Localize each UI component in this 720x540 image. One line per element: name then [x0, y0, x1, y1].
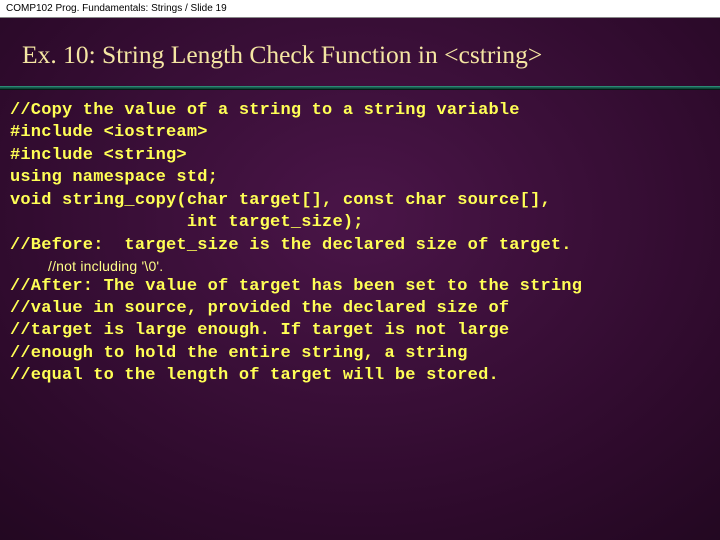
code-line: //equal to the length of target will be …: [10, 366, 499, 385]
code-line: #include <string>: [10, 146, 187, 165]
title-area: Ex. 10: String Length Check Function in …: [0, 18, 720, 80]
code-line: //Copy the value of a string to a string…: [10, 101, 520, 120]
code-line: //After: The value of target has been se…: [10, 277, 582, 296]
code-line: //target is large enough. If target is n…: [10, 321, 509, 340]
code-line: using namespace std;: [10, 168, 218, 187]
code-line: void string_copy(char target[], const ch…: [10, 191, 551, 210]
slide-title: Ex. 10: String Length Check Function in …: [22, 40, 700, 70]
code-line: //value in source, provided the declared…: [10, 299, 509, 318]
code-line-small: //not including '\0'.: [10, 257, 710, 275]
code-line: #include <iostream>: [10, 123, 208, 142]
code-line: //enough to hold the entire string, a st…: [10, 344, 468, 363]
slide-header: COMP102 Prog. Fundamentals: Strings / Sl…: [0, 0, 720, 18]
code-block: //Copy the value of a string to a string…: [0, 90, 720, 388]
code-line: //Before: target_size is the declared si…: [10, 236, 572, 255]
code-line: int target_size);: [10, 213, 364, 232]
